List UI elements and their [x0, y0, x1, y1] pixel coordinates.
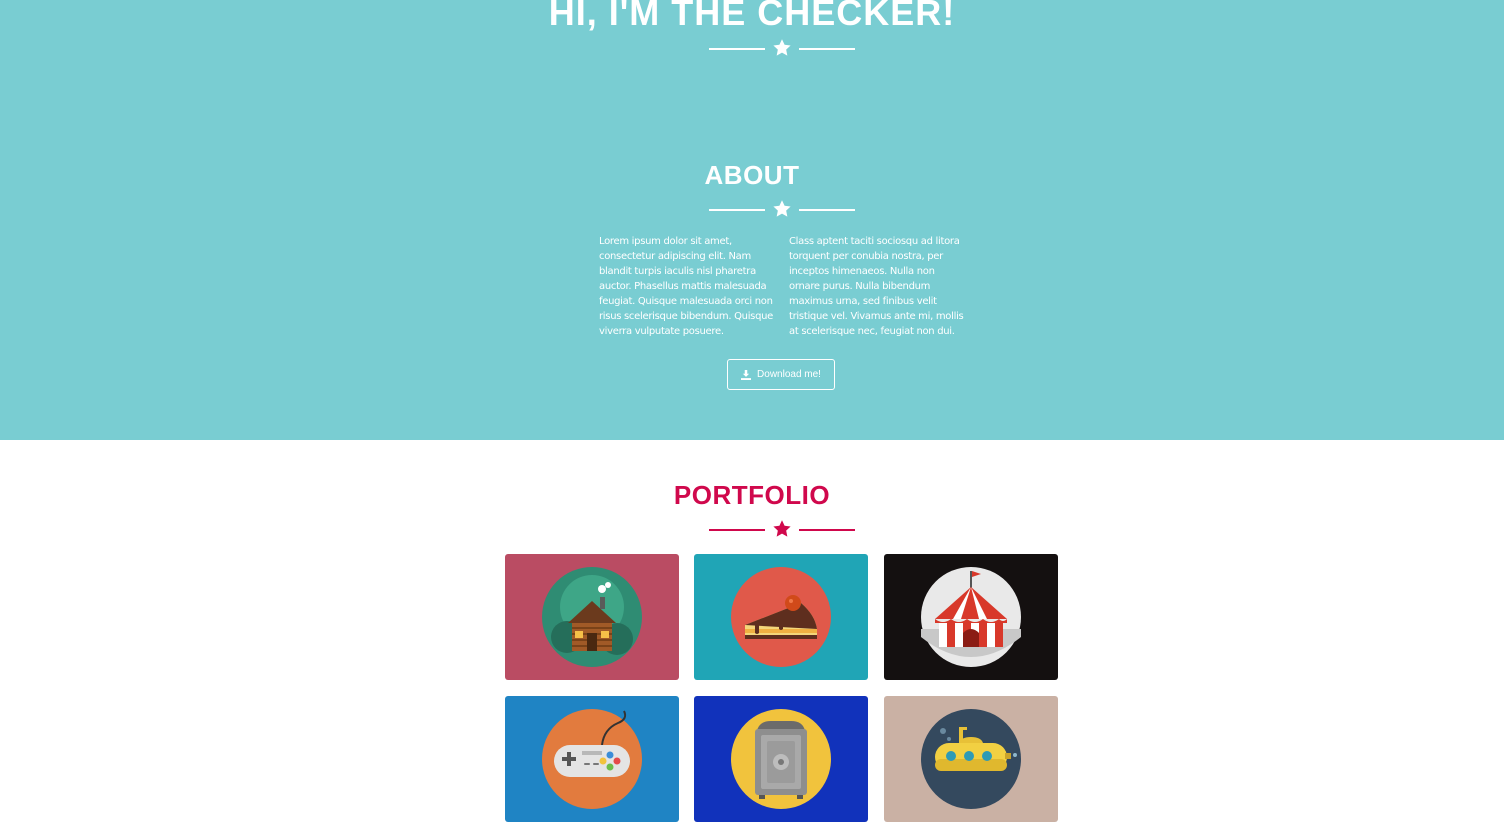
submarine-icon	[921, 709, 1021, 809]
star-icon	[773, 200, 791, 217]
portfolio-item-cake[interactable]	[694, 554, 868, 680]
about-text-right: Class aptent taciti sociosqu ad litora t…	[789, 236, 964, 337]
game-controller-icon	[542, 709, 642, 809]
cabin-icon	[542, 567, 642, 667]
star-icon	[773, 39, 791, 56]
portfolio-title: PORTFOLIO	[673, 480, 831, 510]
about-text-left: Lorem ipsum dolor sit amet, consectetur …	[599, 236, 774, 337]
portfolio-item-safe[interactable]	[694, 696, 868, 822]
cake-icon	[731, 567, 831, 667]
hero-section: HI, I'M THE CHECKER! ABOUT Lorem ipsum d…	[0, 0, 1504, 440]
about-divider	[709, 199, 855, 221]
star-icon	[773, 520, 791, 537]
download-icon	[741, 369, 752, 380]
circus-tent-icon	[921, 567, 1021, 667]
portfolio-item-circus[interactable]	[884, 554, 1058, 680]
safe-icon	[731, 709, 831, 809]
download-button-label: Download me!	[757, 369, 821, 380]
about-title: ABOUT	[704, 160, 800, 190]
portfolio-divider	[709, 519, 855, 541]
hero-title: HI, I'M THE CHECKER!	[548, 0, 956, 33]
hero-divider	[709, 38, 855, 60]
portfolio-item-submarine[interactable]	[884, 696, 1058, 822]
download-button[interactable]: Download me!	[727, 359, 835, 390]
portfolio-item-controller[interactable]	[505, 696, 679, 822]
portfolio-item-cabin[interactable]	[505, 554, 679, 680]
